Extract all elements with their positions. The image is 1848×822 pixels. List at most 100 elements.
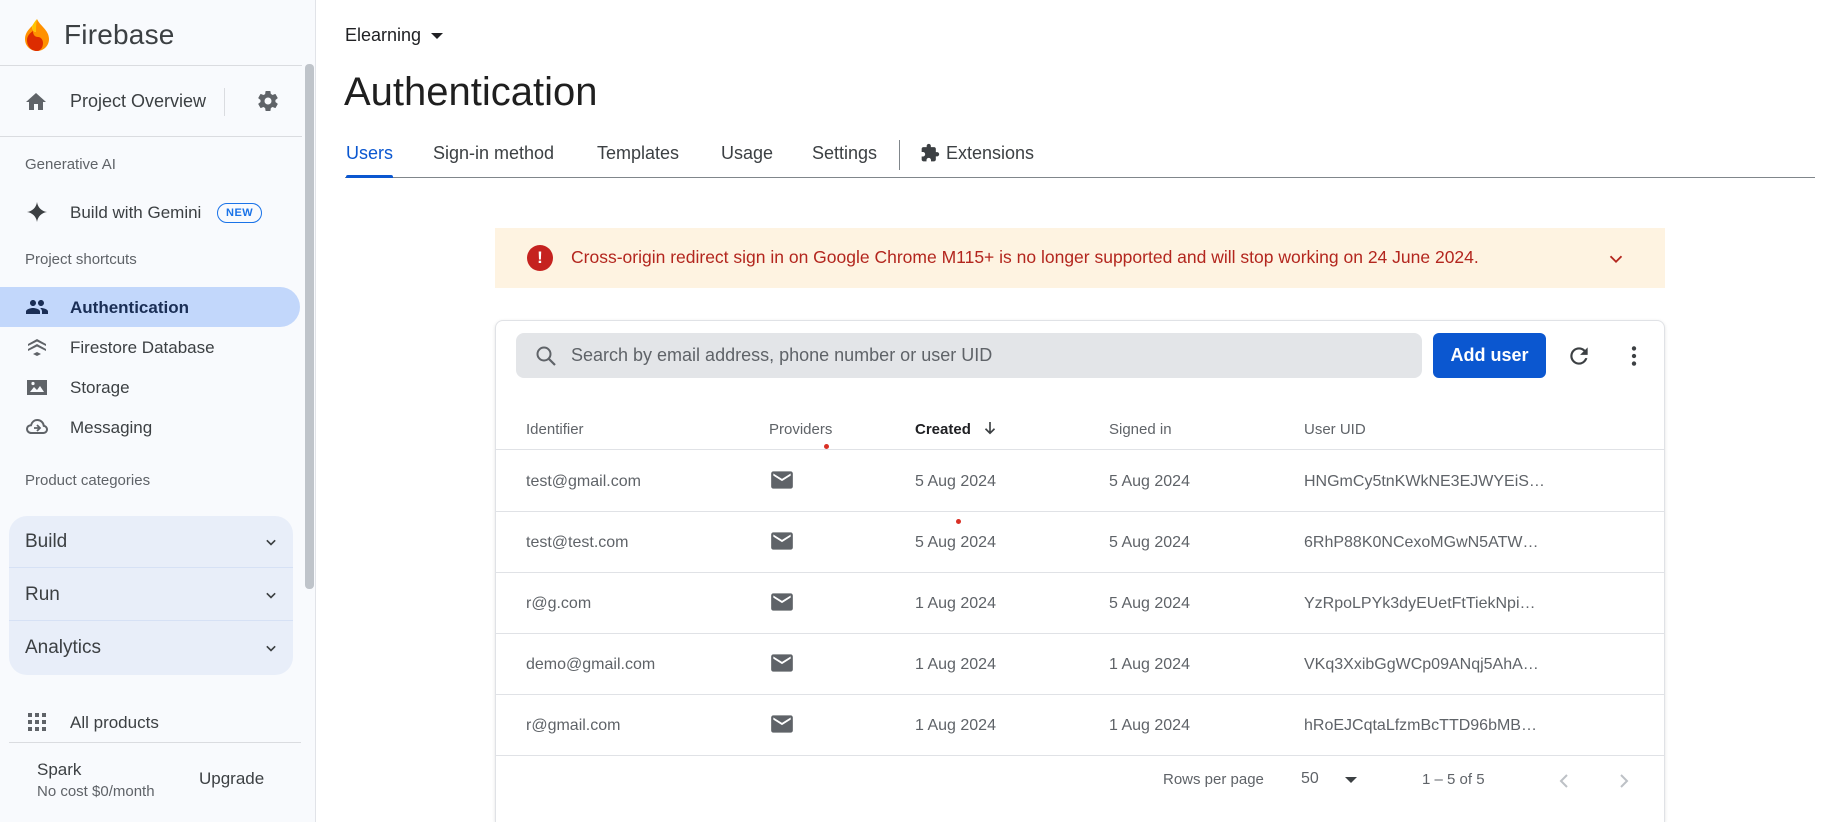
table-row[interactable]: r@gmail.com 1 Aug 2024 1 Aug 2024 hRoEJCqta… (496, 695, 1664, 756)
email-provider-icon (771, 715, 793, 733)
email-provider-icon (771, 654, 793, 672)
table-row[interactable]: r@g.com 1 Aug 2024 5 Aug 2024 YzRpoLPYk3dyE… (496, 573, 1664, 634)
section-title-product-categories: Product categories (25, 472, 151, 489)
arrow-down-icon (984, 422, 996, 435)
cell-signed-in: 1 Aug 2024 (1109, 656, 1190, 673)
refresh-icon[interactable] (1566, 343, 1592, 369)
sidebar: Firebase Project Overview Generative AI … (0, 0, 316, 822)
tab-settings[interactable]: Settings (812, 143, 877, 178)
column-header-signed-in[interactable]: Signed in (1109, 421, 1172, 438)
tab-sign-in-method[interactable]: Sign-in method (433, 143, 554, 178)
section-title-project-shortcuts: Project shortcuts (25, 251, 137, 268)
sidebar-item-messaging[interactable]: Messaging (0, 407, 300, 447)
more-vert-icon[interactable] (1621, 343, 1647, 369)
table-row[interactable]: test@gmail.com 5 Aug 2024 5 Aug 2024 HNGmCy… (496, 451, 1664, 512)
cell-signed-in: 5 Aug 2024 (1109, 595, 1190, 612)
cell-signed-in: 5 Aug 2024 (1109, 473, 1190, 490)
category-run[interactable]: Run (9, 569, 293, 621)
cloud-messaging-icon (25, 418, 49, 434)
sparkle-icon (27, 202, 47, 222)
divider (899, 140, 900, 170)
category-build[interactable]: Build (9, 516, 293, 568)
indicator-dot (824, 444, 829, 449)
chevron-down-icon (266, 539, 276, 546)
tab-label: Extensions (946, 143, 1035, 163)
category-label: Run (25, 584, 60, 605)
cell-identifier[interactable]: test@gmail.com (526, 473, 641, 491)
category-analytics[interactable]: Analytics (9, 622, 293, 674)
cell-identifier[interactable]: demo@gmail.com (526, 656, 655, 674)
column-header-identifier[interactable]: Identifier (526, 421, 584, 438)
column-header-providers[interactable]: Providers (769, 421, 832, 438)
column-label: Created (915, 421, 971, 438)
pagination: Rows per page 50 1 – 5 of 5 (496, 751, 1664, 811)
add-user-button[interactable]: Add user (1433, 333, 1546, 378)
divider (224, 88, 225, 116)
product-categories: Build Run Analytics (9, 516, 293, 675)
tab-templates[interactable]: Templates (597, 143, 679, 178)
sidebar-item-firestore-database[interactable]: Firestore Database (0, 327, 300, 367)
tab-extensions[interactable]: Extensions (920, 143, 1034, 178)
email-provider-icon (771, 532, 793, 550)
cell-identifier[interactable]: r@gmail.com (526, 717, 620, 735)
new-badge: NEW (217, 203, 263, 223)
table-row[interactable]: demo@gmail.com 1 Aug 2024 1 Aug 2024 VKq3Xx… (496, 634, 1664, 695)
tab-users[interactable]: Users (346, 143, 394, 178)
chevron-right-icon[interactable] (1612, 769, 1636, 793)
sidebar-item-label: Authentication (70, 298, 189, 317)
sidebar-scrollbar[interactable] (305, 64, 314, 589)
sidebar-item-label: Storage (70, 378, 130, 397)
project-name: Elearning (345, 25, 422, 45)
category-label: Analytics (25, 637, 102, 658)
home-icon (26, 93, 46, 110)
divider (0, 65, 302, 66)
sidebar-item-build-with-gemini[interactable]: Build with Gemini NEW (0, 192, 300, 232)
sidebar-item-label: Firestore Database (70, 338, 215, 357)
project-overview-label: Project Overview (70, 91, 207, 111)
chevron-down-icon (266, 592, 276, 599)
divider (0, 136, 302, 137)
table-row[interactable]: test@test.com 5 Aug 2024 5 Aug 2024 6RhP88K… (496, 512, 1664, 573)
brand-name: Firebase (64, 19, 175, 50)
cell-created: 1 Aug 2024 (915, 595, 996, 612)
firebase-logo[interactable]: Firebase (24, 14, 175, 56)
tab-usage[interactable]: Usage (721, 143, 773, 178)
upgrade-button[interactable]: Upgrade (199, 769, 264, 789)
cell-created: 5 Aug 2024 (915, 473, 996, 490)
error-icon: ! (527, 245, 553, 271)
chevron-down-icon[interactable] (1605, 248, 1627, 270)
cell-signed-in: 5 Aug 2024 (1109, 534, 1190, 551)
column-header-user-uid[interactable]: User UID (1304, 421, 1366, 438)
plan-name: Spark (37, 760, 82, 779)
cell-user-uid: YzRpoLPYk3dyEUetFtTiekNpi… (1304, 595, 1536, 612)
cell-identifier[interactable]: r@g.com (526, 595, 591, 613)
cell-user-uid: 6RhP88K0NCexoMGwN5ATW… (1304, 534, 1539, 551)
project-selector[interactable]: Elearning (345, 25, 444, 46)
firebase-flame-icon (25, 19, 49, 51)
banner-message: Cross-origin redirect sign in on Google … (571, 247, 1479, 267)
all-products-link[interactable]: All products (0, 702, 300, 742)
rows-per-page-select[interactable]: 50 (1301, 770, 1319, 788)
grid-icon (28, 713, 46, 731)
sidebar-item-storage[interactable]: Storage (0, 367, 300, 407)
chevron-left-icon[interactable] (1552, 769, 1576, 793)
plan-price: No cost $0/month (37, 783, 155, 800)
column-header-created[interactable]: Created (915, 421, 996, 438)
sidebar-item-label: Messaging (70, 418, 153, 437)
sidebar-item-authentication[interactable]: Authentication (0, 287, 300, 327)
email-provider-icon (771, 471, 793, 489)
cell-identifier[interactable]: test@test.com (526, 534, 629, 552)
deprecation-banner: ! Cross-origin redirect sign in on Googl… (495, 228, 1665, 288)
caret-down-icon[interactable] (1345, 777, 1357, 783)
cell-created: 1 Aug 2024 (915, 717, 996, 734)
gear-icon[interactable] (256, 89, 280, 113)
people-icon (26, 300, 48, 314)
section-title-generative-ai: Generative AI (25, 156, 116, 173)
sidebar-item-label: Build with Gemini (70, 203, 202, 222)
puzzle-icon (921, 143, 940, 162)
search-box[interactable] (516, 333, 1422, 378)
search-input[interactable] (571, 333, 1411, 378)
table-header: Identifier Providers Created Signed in U… (496, 394, 1664, 450)
indicator-dot (956, 519, 961, 524)
firestore-icon (28, 339, 46, 356)
